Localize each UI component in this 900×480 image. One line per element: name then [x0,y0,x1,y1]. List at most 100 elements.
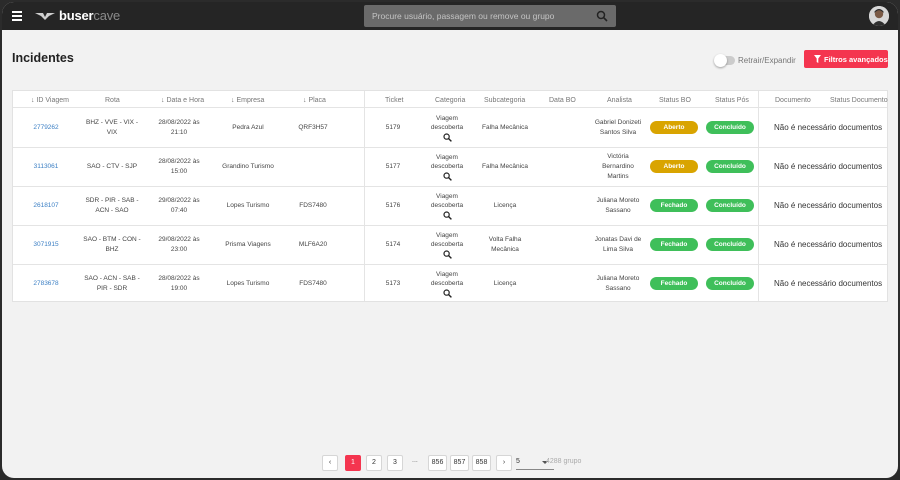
status-pos-badge: Concluído [706,160,754,173]
header-categoria: Categoria [435,97,466,104]
trip-id-link[interactable]: 2779262 [27,123,65,133]
subcategory-cell: Licença [493,279,517,287]
search-placeholder: Procure usuário, passagem ou remove ou g… [372,11,555,21]
advanced-filters-button[interactable]: Filtros avançados [804,50,888,68]
plate-cell: MLF6A20 [298,240,328,248]
logo[interactable]: busercave [59,8,120,23]
category-label: Viagem descoberta [430,114,464,131]
header-placa[interactable]: ↓ Placa [303,97,326,104]
page-button-856[interactable]: 856 [428,455,447,471]
header-status-pos: Status Pós [715,97,749,104]
header-analista: Analista [607,97,632,104]
header-data-bo: Data BO [549,97,576,104]
trip-id-link[interactable]: 2783678 [27,279,65,289]
row-divider [13,225,887,226]
header-id-viagem[interactable]: ↓ ID Viagem [31,97,69,104]
ticket-cell: 5179 [385,123,401,131]
logo-light: cave [93,8,121,23]
next-page-button[interactable]: › [496,455,512,471]
route-cell: SAO - ACN - SAB - PIR - SDR [84,274,140,292]
document-cell: Não é necessário documentos [774,200,883,210]
search-input[interactable]: Procure usuário, passagem ou remove ou g… [364,5,616,27]
header-rota: Rota [105,97,120,104]
magnifier-icon[interactable] [442,288,452,298]
column-divider [758,91,759,301]
filter-icon [814,55,821,63]
app-window: busercave Procure usuário, passagem ou r… [2,2,898,478]
subcategory-cell: Falha Mecânica [482,123,528,131]
prev-page-button[interactable]: ‹ [322,455,338,471]
header-status-documento: Status Documento [830,97,888,104]
ticket-cell: 5174 [385,240,401,248]
incidents-table: ↓ ID Viagem Rota ↓ Data e Hora ↓ Empresa… [12,90,888,302]
status-bo-badge: Fechado [650,277,698,290]
document-cell: Não é necessário documentos [774,122,883,132]
category-cell: Viagem descoberta [422,231,472,259]
category-cell: Viagem descoberta [422,153,472,181]
per-page-value: 5 [516,458,520,465]
datetime-cell: 28/08/2022 às 15:00 [158,157,200,175]
header-ticket: Ticket [385,97,404,104]
plate-cell: FDS7480 [299,201,327,209]
company-cell: Prisma Viagens [225,240,271,248]
trip-id-link[interactable]: 2618107 [27,201,65,211]
company-cell: Lopes Turismo [226,201,270,209]
analyst-cell: Jonatas Davi de Lima Silva [594,235,642,253]
route-cell: SAO - CTV - SJP [86,162,138,170]
page-button-3[interactable]: 3 [387,455,403,471]
plate-cell: FDS7480 [299,279,327,287]
ticket-cell: 5176 [385,201,401,209]
magnifier-icon[interactable] [442,132,452,142]
datetime-cell: 29/08/2022 às 23:00 [158,235,200,253]
plate-cell: QRF3H57 [298,123,328,131]
route-cell: SAO - BTM - CON - BHZ [83,235,141,253]
status-pos-badge: Concluído [706,199,754,212]
toggle-knob [714,54,727,67]
category-label: Viagem descoberta [430,270,464,287]
header-documento: Documento [775,97,811,104]
toggle-label: Retrair/Expandir [738,56,796,65]
magnifier-icon[interactable] [442,249,452,259]
header-divider [13,107,887,108]
retract-expand-toggle[interactable] [714,54,735,67]
header-data-hora[interactable]: ↓ Data e Hora [161,97,204,104]
datetime-cell: 29/08/2022 às 07:40 [158,196,200,214]
category-cell: Viagem descoberta [422,114,472,142]
status-pos-badge: Concluído [706,277,754,290]
category-label: Viagem descoberta [430,192,464,209]
trip-id-link[interactable]: 3071915 [27,240,65,250]
subcategory-cell: Licença [493,201,517,209]
header-status-bo: Status BO [659,97,691,104]
page-button-1[interactable]: 1 [345,455,361,471]
top-bar: busercave Procure usuário, passagem ou r… [2,2,898,30]
analyst-cell: Victória Bernardino Martins [602,152,634,180]
row-divider [13,186,887,187]
page-button-858[interactable]: 858 [472,455,491,471]
company-cell: Pedra Azul [232,123,264,131]
magnifier-icon[interactable] [442,210,452,220]
page-button-2[interactable]: 2 [366,455,382,471]
status-bo-badge: Aberto [650,121,698,134]
header-empresa[interactable]: ↓ Empresa [231,97,264,104]
search-icon[interactable] [596,10,608,22]
route-cell: BHZ - VVE - VIX - VIX [85,118,138,136]
document-cell: Não é necessário documentos [774,161,883,171]
trip-id-link[interactable]: 3113061 [27,162,65,172]
magnifier-icon[interactable] [442,171,452,181]
company-cell: Grandino Turismo [222,162,274,170]
category-cell: Viagem descoberta [422,192,472,220]
category-cell: Viagem descoberta [422,270,472,298]
ticket-cell: 5177 [385,162,401,170]
total-count: 4288 grupo [546,458,582,465]
logo-mark-icon [35,13,55,20]
datetime-cell: 28/08/2022 às 19:00 [158,274,200,292]
page-button-857[interactable]: 857 [450,455,469,471]
column-divider [364,91,365,301]
row-divider [13,264,887,265]
status-bo-badge: Fechado [650,199,698,212]
status-bo-badge: Fechado [650,238,698,251]
menu-icon[interactable] [12,11,22,21]
analyst-cell: Gabriel Donizeti Santos Silva [594,118,642,136]
avatar[interactable] [869,6,889,26]
pagination-ellipsis: ... [412,457,418,464]
